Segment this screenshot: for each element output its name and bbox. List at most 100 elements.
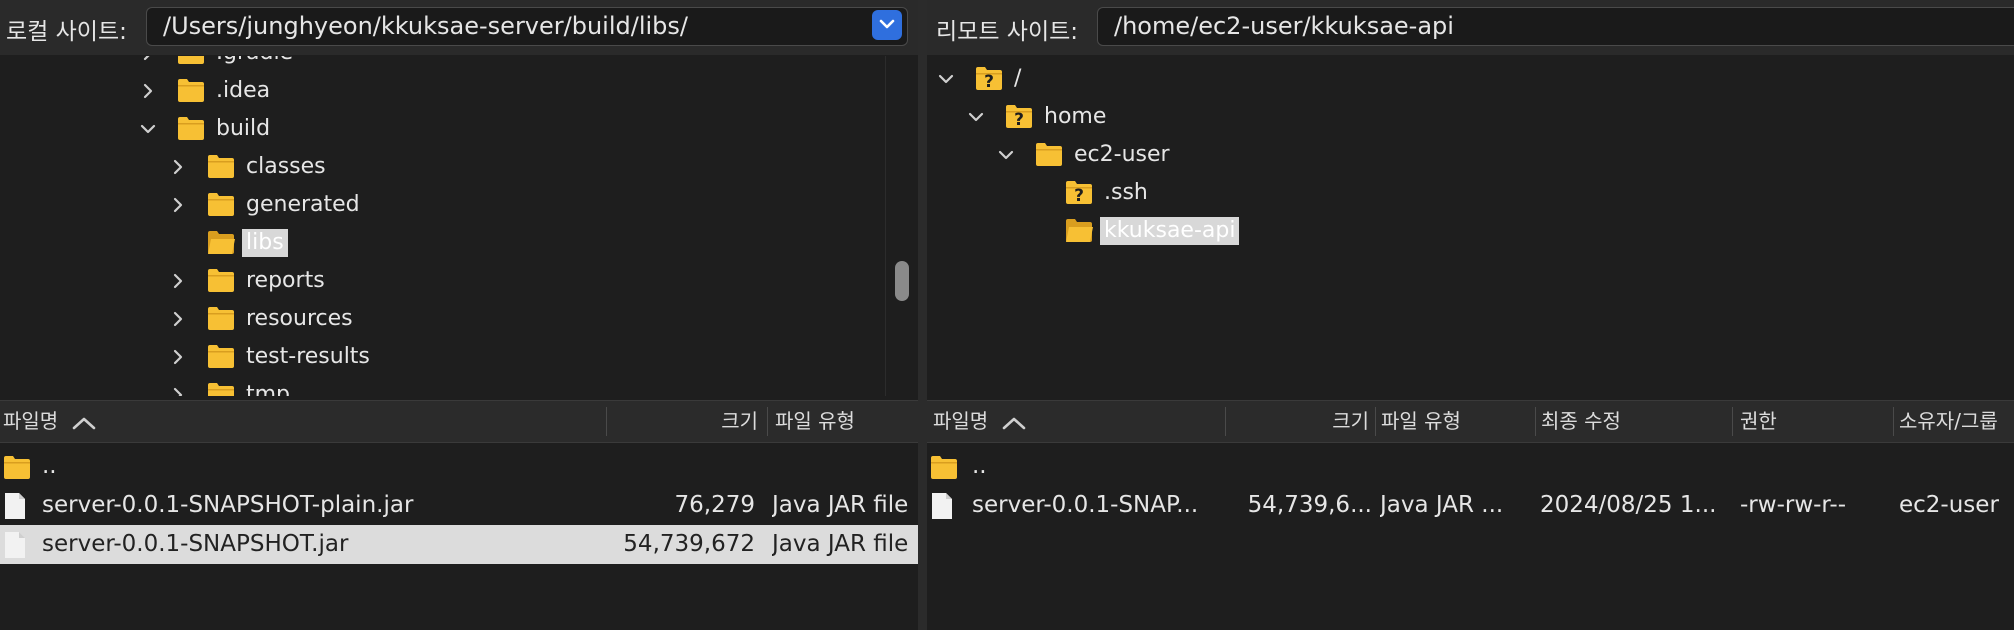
remote-tree-item-label: kkuksae-api bbox=[1100, 217, 1240, 245]
local-tree-item-label: .gradle bbox=[212, 56, 297, 67]
local-tree-item[interactable]: generated bbox=[0, 188, 885, 222]
local-tree-item[interactable]: libs bbox=[0, 226, 885, 260]
chevron-down-icon bbox=[879, 19, 895, 29]
remote-tree-item-label: home bbox=[1044, 104, 1107, 129]
remote-directory-tree[interactable]: ? /? home ec2-user ? .ssh kkuksae-api bbox=[927, 56, 2014, 396]
chevron-down-icon[interactable] bbox=[997, 146, 1015, 164]
remote-file-perms: -rw-rw-r-- bbox=[1740, 492, 1847, 518]
local-file-row[interactable]: server-0.0.1-SNAPSHOT-plain.jar 76,279 Jav… bbox=[0, 486, 918, 525]
chevron-right-icon[interactable] bbox=[169, 386, 187, 396]
remote-file-name: server-0.0.1-SNAP... bbox=[972, 492, 1199, 518]
pane-splitter[interactable] bbox=[918, 0, 927, 630]
chevron-down-icon[interactable] bbox=[937, 70, 955, 88]
chevron-down-icon[interactable] bbox=[967, 108, 985, 126]
remote-tree-item[interactable]: ? home bbox=[927, 100, 2014, 134]
folder-icon bbox=[176, 114, 206, 142]
remote-tree-item[interactable]: kkuksae-api bbox=[927, 214, 2014, 248]
chevron-right-icon[interactable] bbox=[169, 348, 187, 366]
remote-pane: 리모트 사이트: /home/ec2-user/kkuksae-api ? /? h… bbox=[927, 0, 2014, 630]
chevron-right-icon[interactable] bbox=[169, 272, 187, 290]
chevron-right-icon[interactable] bbox=[169, 158, 187, 176]
remote-path-input[interactable]: /home/ec2-user/kkuksae-api bbox=[1097, 7, 2014, 46]
remote-file-modified: 2024/08/25 1... bbox=[1540, 492, 1717, 518]
remote-col-type-header[interactable]: 파일 유형 bbox=[1381, 401, 1531, 442]
folder-icon bbox=[206, 266, 236, 294]
chevron-right-icon[interactable] bbox=[139, 82, 157, 100]
local-tree-item[interactable]: build bbox=[0, 112, 885, 146]
remote-tree-item[interactable]: ec2-user bbox=[927, 138, 2014, 172]
file-icon bbox=[2, 531, 28, 559]
local-tree-item-label: tmp bbox=[246, 382, 291, 396]
sort-ascending-icon bbox=[72, 417, 95, 429]
local-tree-item[interactable]: reports bbox=[0, 264, 885, 298]
remote-col-name-header[interactable]: 파일명 bbox=[933, 401, 1223, 442]
chevron-right-icon[interactable] bbox=[169, 196, 187, 214]
remote-file-perms bbox=[1740, 447, 1890, 486]
remote-tree-item[interactable]: ? / bbox=[927, 62, 2014, 96]
folder-icon bbox=[206, 152, 236, 180]
local-file-list[interactable]: .. server-0.0.1-SNAPSHOT-plain.jar 76,279 J… bbox=[0, 443, 918, 630]
folder-icon bbox=[206, 190, 236, 218]
local-tree-item-label: build bbox=[216, 116, 271, 141]
local-tree-item-label: .idea bbox=[216, 78, 271, 103]
local-path-text: /Users/junghyeon/kkuksae-server/build/li… bbox=[163, 12, 688, 40]
remote-tree-item[interactable]: ? .ssh bbox=[927, 176, 2014, 210]
local-file-size bbox=[600, 447, 755, 486]
remote-col-perms-header[interactable]: 권한 bbox=[1740, 401, 1880, 442]
local-file-row[interactable]: .. bbox=[0, 447, 918, 486]
local-file-row[interactable]: server-0.0.1-SNAPSHOT.jar 54,739,672 Java … bbox=[0, 525, 918, 564]
remote-file-row[interactable]: server-0.0.1-SNAP... 54,739,6... Java JAR … bbox=[927, 486, 2014, 525]
remote-file-list[interactable]: .. server-0.0.1-SNAP... 54,739,6... Java JA… bbox=[927, 443, 2014, 630]
remote-file-size: 54,739,6... bbox=[1247, 492, 1372, 518]
file-icon bbox=[929, 492, 955, 520]
folder-question-icon: ? bbox=[1064, 178, 1094, 206]
local-directory-tree[interactable]: .gradle .idea build classes generated libs rep… bbox=[0, 56, 885, 396]
sort-ascending-icon bbox=[1002, 417, 1025, 429]
remote-path-text: /home/ec2-user/kkuksae-api bbox=[1114, 12, 1454, 40]
local-tree-item[interactable]: resources bbox=[0, 302, 885, 336]
svg-text:?: ? bbox=[1074, 186, 1084, 206]
folder-icon bbox=[929, 453, 957, 481]
local-col-type-header[interactable]: 파일 유형 bbox=[775, 401, 915, 442]
local-tree-scroll-thumb[interactable] bbox=[895, 261, 909, 301]
chevron-down-icon[interactable] bbox=[139, 120, 157, 138]
remote-col-modified-header[interactable]: 최종 수정 bbox=[1541, 401, 1731, 442]
local-tree-item-label: reports bbox=[246, 268, 325, 293]
folder-open-icon bbox=[206, 228, 236, 256]
local-file-name: server-0.0.1-SNAPSHOT-plain.jar bbox=[42, 492, 414, 518]
remote-file-row[interactable]: .. bbox=[927, 447, 2014, 486]
remote-col-size-header[interactable]: 크기 bbox=[1227, 401, 1369, 442]
folder-question-icon: ? bbox=[1004, 102, 1034, 130]
local-site-bar: 로컬 사이트: /Users/junghyeon/kkuksae-server/… bbox=[0, 0, 918, 55]
remote-col-type-label: 파일 유형 bbox=[1381, 409, 1461, 433]
local-col-size-header[interactable]: 크기 bbox=[608, 401, 758, 442]
local-path-dropdown-button[interactable] bbox=[872, 10, 902, 40]
local-col-type-label: 파일 유형 bbox=[775, 409, 855, 433]
folder-icon bbox=[176, 76, 206, 104]
local-col-name-header[interactable]: 파일명 bbox=[3, 401, 303, 442]
remote-file-list-header: 파일명 크기 파일 유형 최종 수정 권한 소유자/그룹 bbox=[927, 400, 2014, 443]
folder-icon bbox=[2, 453, 30, 481]
local-tree-item[interactable]: classes bbox=[0, 150, 885, 184]
remote-col-modified-label: 최종 수정 bbox=[1541, 409, 1621, 433]
local-tree-item[interactable]: .gradle bbox=[0, 56, 885, 70]
local-tree-item[interactable]: test-results bbox=[0, 340, 885, 374]
remote-site-label: 리모트 사이트: bbox=[936, 19, 1079, 45]
local-tree-item[interactable]: tmp bbox=[0, 378, 885, 396]
local-tree-item-label: resources bbox=[246, 306, 353, 331]
local-file-type: Java JAR file bbox=[772, 492, 909, 518]
svg-text:?: ? bbox=[984, 72, 994, 92]
folder-icon bbox=[1034, 140, 1064, 168]
chevron-right-icon[interactable] bbox=[169, 310, 187, 328]
local-site-label: 로컬 사이트: bbox=[6, 19, 127, 45]
local-file-list-header: 파일명 크기 파일 유형 bbox=[0, 400, 918, 443]
folder-icon bbox=[206, 342, 236, 370]
local-tree-item[interactable]: .idea bbox=[0, 74, 885, 108]
remote-col-owner-header[interactable]: 소유자/그룹 bbox=[1899, 401, 2014, 442]
remote-file-owner: ec2-user bbox=[1899, 492, 1999, 518]
local-col-name-label: 파일명 bbox=[3, 409, 59, 433]
local-tree-scrollbar[interactable] bbox=[885, 56, 918, 396]
remote-col-size-label: 크기 bbox=[1332, 409, 1369, 433]
chevron-right-icon[interactable] bbox=[139, 56, 157, 62]
local-path-input[interactable]: /Users/junghyeon/kkuksae-server/build/li… bbox=[146, 7, 908, 46]
